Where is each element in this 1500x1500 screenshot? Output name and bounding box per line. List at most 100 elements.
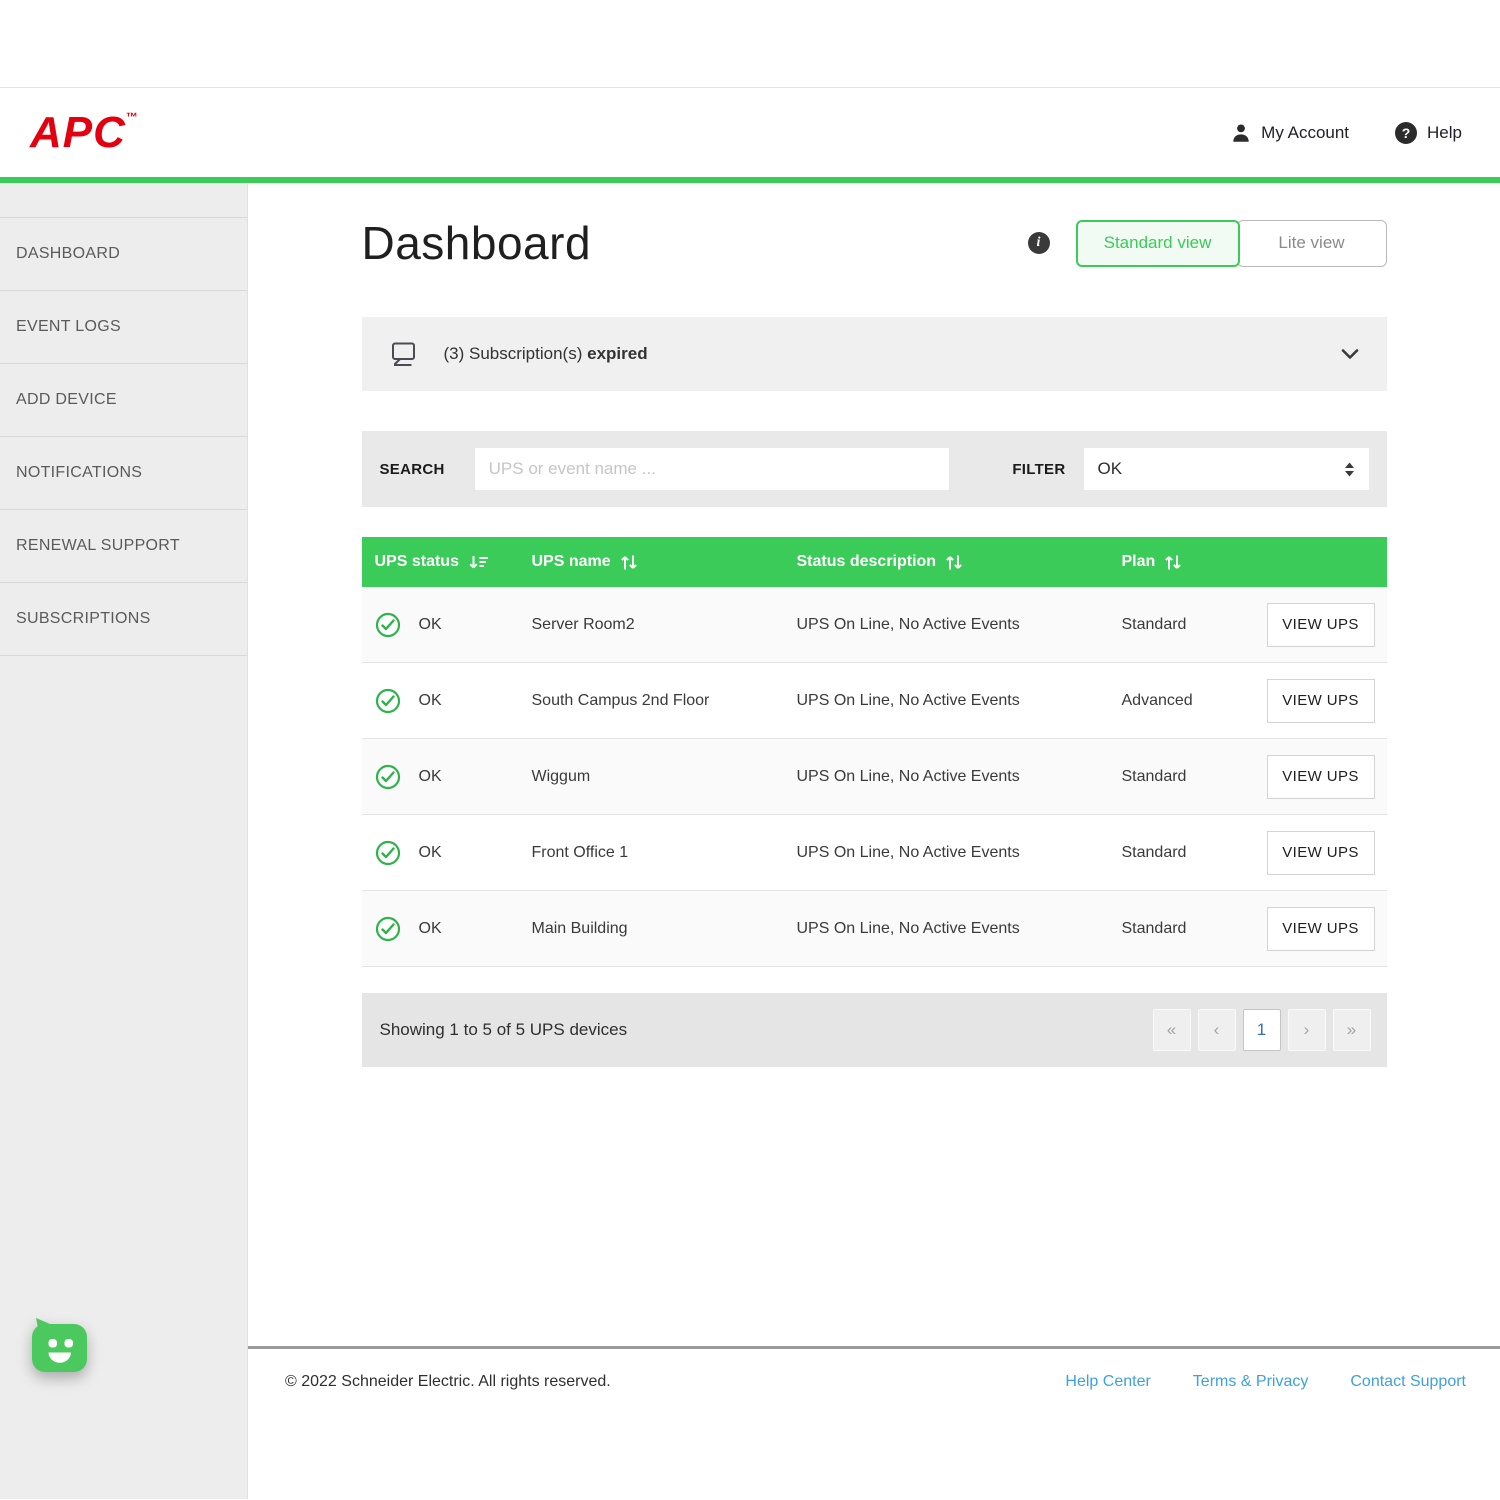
person-icon [1231,123,1251,143]
view-controls: i Standard view Lite view [1028,220,1387,267]
lite-view-label: Lite view [1278,233,1344,253]
view-ups-button[interactable]: VIEW UPS [1267,603,1375,647]
ups-name: Front Office 1 [532,844,797,862]
content: Dashboard i Standard view Lite view (3) … [362,183,1387,1067]
pagination-bar: Showing 1 to 5 of 5 UPS devices « ‹ 1 › … [362,993,1387,1067]
sidebar-item-dashboard[interactable]: DASHBOARD [0,218,247,291]
table-row: OK Wiggum UPS On Line, No Active Events … [362,739,1387,815]
view-ups-button[interactable]: VIEW UPS [1267,831,1375,875]
next-page-button[interactable]: › [1288,1009,1326,1051]
standard-view-button[interactable]: Standard view [1076,220,1240,267]
sidebar-item-renewal-support[interactable]: RENEWAL SUPPORT [0,510,247,583]
status-description: UPS On Line, No Active Events [797,768,1122,786]
standard-view-label: Standard view [1104,233,1212,253]
plan: Standard [1122,920,1267,938]
ups-table: UPS status UPS name Status [362,537,1387,967]
table-row: OK South Campus 2nd Floor UPS On Line, N… [362,663,1387,739]
apc-logo[interactable]: APC™ [30,111,138,155]
sidebar-item-notifications[interactable]: NOTIFICATIONS [0,437,247,510]
status-text: OK [419,692,442,710]
first-page-button[interactable]: « [1153,1009,1191,1051]
view-ups-button[interactable]: VIEW UPS [1267,907,1375,951]
status-text: OK [419,920,442,938]
last-page-button[interactable]: » [1333,1009,1371,1051]
current-page-button[interactable]: 1 [1243,1009,1281,1051]
header-actions: My Account ? Help [1231,122,1462,144]
info-circle-icon[interactable]: i [1028,232,1050,254]
filter-select[interactable]: OK [1084,448,1369,490]
ups-name: South Campus 2nd Floor [532,692,797,710]
banner-bold-text: expired [587,344,647,363]
sidebar-nav: DASHBOARD EVENT LOGS ADD DEVICE NOTIFICA… [0,183,248,1499]
subscription-expired-banner[interactable]: (3) Subscription(s) expired [362,317,1387,391]
top-strip [0,0,1500,88]
page-title: Dashboard [362,216,592,270]
status-cell: OK [375,764,532,790]
sidebar-item-label: EVENT LOGS [16,318,121,336]
plan: Standard [1122,844,1267,862]
check-circle-icon [375,840,401,866]
status-cell: OK [375,612,532,638]
my-account-link[interactable]: My Account [1231,123,1349,143]
help-label: Help [1427,123,1462,143]
table-row: OK Main Building UPS On Line, No Active … [362,891,1387,967]
sort-updown-icon [1164,555,1182,570]
sidebar-item-add-device[interactable]: ADD DEVICE [0,364,247,437]
sidebar-item-label: NOTIFICATIONS [16,464,142,482]
column-label: Status description [797,553,937,571]
updown-arrows-icon [1344,462,1355,477]
filter-label: FILTER [1012,461,1065,478]
table-row: OK Front Office 1 UPS On Line, No Active… [362,815,1387,891]
column-status-description[interactable]: Status description [797,553,1122,571]
status-description: UPS On Line, No Active Events [797,616,1122,634]
sidebar-item-label: RENEWAL SUPPORT [16,537,180,555]
ups-name: Wiggum [532,768,797,786]
page: APC™ My Account ? Help DASHBOARD EVENT L… [0,0,1500,1499]
check-circle-icon [375,764,401,790]
column-plan[interactable]: Plan [1122,553,1267,571]
search-label: SEARCH [380,461,445,478]
pagination-summary: Showing 1 to 5 of 5 UPS devices [380,1020,628,1040]
title-row: Dashboard i Standard view Lite view [362,217,1387,269]
ups-name: Server Room2 [532,616,797,634]
question-circle-icon: ? [1395,122,1417,144]
app-header: APC™ My Account ? Help [0,88,1500,177]
search-input[interactable] [475,448,949,490]
column-label: UPS name [532,553,611,571]
status-cell: OK [375,916,532,942]
sidebar-item-event-logs[interactable]: EVENT LOGS [0,291,247,364]
view-ups-button[interactable]: VIEW UPS [1267,679,1375,723]
ups-name: Main Building [532,920,797,938]
my-account-label: My Account [1261,123,1349,143]
pagination-buttons: « ‹ 1 › » [1153,1009,1371,1051]
page-footer: © 2022 Schneider Electric. All rights re… [248,1346,1500,1499]
table-row: OK Server Room2 UPS On Line, No Active E… [362,587,1387,663]
status-cell: OK [375,688,532,714]
status-text: OK [419,844,442,862]
column-ups-status[interactable]: UPS status [375,553,532,571]
check-circle-icon [375,916,401,942]
column-ups-name[interactable]: UPS name [532,553,797,571]
check-circle-icon [375,688,401,714]
plan: Advanced [1122,692,1267,710]
lite-view-button[interactable]: Lite view [1237,220,1387,267]
column-label: Plan [1122,553,1156,571]
plan: Standard [1122,616,1267,634]
help-center-link[interactable]: Help Center [1065,1373,1150,1499]
sort-descending-icon [468,555,489,570]
trademark-mark: ™ [126,110,138,124]
status-description: UPS On Line, No Active Events [797,692,1122,710]
sidebar-item-label: SUBSCRIPTIONS [16,610,151,628]
sort-updown-icon [620,555,638,570]
view-ups-button[interactable]: VIEW UPS [1267,755,1375,799]
sidebar-item-label: ADD DEVICE [16,391,117,409]
contact-support-link[interactable]: Contact Support [1350,1373,1466,1499]
help-link[interactable]: ? Help [1395,122,1462,144]
sidebar-item-subscriptions[interactable]: SUBSCRIPTIONS [0,583,247,656]
chevron-down-icon[interactable] [1341,349,1359,360]
chat-smiley-icon[interactable] [27,1316,91,1383]
monitor-icon [390,341,420,368]
terms-privacy-link[interactable]: Terms & Privacy [1193,1373,1309,1499]
previous-page-button[interactable]: ‹ [1198,1009,1236,1051]
status-cell: OK [375,840,532,866]
